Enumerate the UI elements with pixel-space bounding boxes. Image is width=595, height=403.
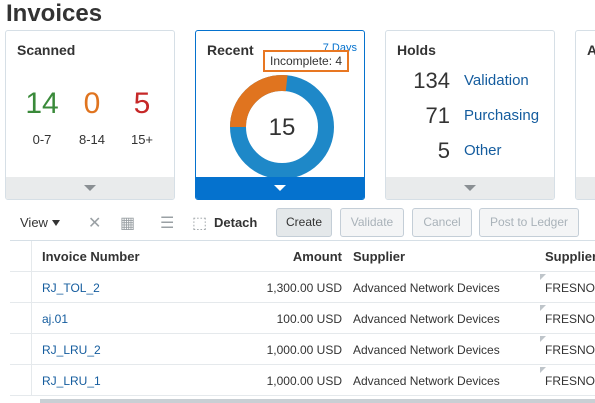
cell-marker-icon (540, 274, 546, 280)
invoice-number-link[interactable]: RJ_LRU_2 (42, 343, 101, 357)
partial-tile-expand[interactable] (576, 177, 595, 199)
detach-button[interactable]: Detach (214, 215, 257, 230)
holds-count-validation: 134 (413, 68, 450, 93)
supplier-cell: Advanced Network Devices (353, 374, 500, 388)
cancel-button[interactable]: Cancel (412, 208, 472, 237)
table-header-row: Invoice Number Amount Supplier Supplier (10, 241, 595, 272)
chevron-down-icon (84, 185, 96, 191)
row-selector[interactable] (10, 303, 32, 333)
supplier-cell: Advanced Network Devices (353, 281, 500, 295)
validate-button[interactable]: Validate (340, 208, 404, 237)
invoices-table: Invoice Number Amount Supplier Supplier … (10, 240, 595, 403)
recent-tile-expand[interactable] (196, 177, 364, 199)
holds-count-other: 5 (437, 138, 450, 163)
chevron-down-icon (464, 185, 476, 191)
scanned-count-15-plus[interactable]: 5 (122, 87, 162, 121)
partial-tile[interactable]: A (575, 30, 595, 200)
supplier-site-cell: FRESNO (545, 343, 595, 357)
supplier-site-cell: FRESNO (545, 374, 595, 388)
scanned-tile[interactable]: Scanned 14 0 5 0-7 8-14 15+ (5, 30, 175, 200)
cell-marker-icon (540, 367, 546, 373)
table-row[interactable]: RJ_LRU_1 1,000.00 USD Advanced Network D… (10, 365, 595, 396)
scanned-label-0-7: 0-7 (32, 132, 52, 147)
amount-cell: 1,000.00 USD (266, 343, 342, 357)
view-menu[interactable]: View (20, 215, 60, 230)
cell-marker-icon (540, 305, 546, 311)
page-title: Invoices (6, 0, 103, 27)
holds-tile[interactable]: Holds 134 Validation 71 Purchasing 5 Oth… (385, 30, 555, 200)
recent-donut-chart[interactable]: 15 (224, 69, 340, 185)
invoice-number-link[interactable]: RJ_LRU_1 (42, 374, 101, 388)
cell-marker-icon (540, 336, 546, 342)
table-row[interactable]: aj.01 100.00 USD Advanced Network Device… (10, 303, 595, 334)
holds-link-purchasing[interactable]: Purchasing (464, 107, 539, 124)
column-header-amount[interactable]: Amount (210, 249, 342, 264)
supplier-cell: Advanced Network Devices (353, 343, 500, 357)
scanned-label-8-14: 8-14 (78, 132, 106, 147)
table-toolbar: View ✕ ▦ ☰ ⬚ Detach Create Validate Canc… (0, 206, 595, 238)
scanned-label-15-plus: 15+ (130, 132, 154, 147)
horizontal-scrollbar[interactable] (40, 399, 595, 403)
supplier-cell: Advanced Network Devices (353, 312, 500, 326)
scanned-count-0-7[interactable]: 14 (22, 87, 62, 121)
table-row[interactable]: RJ_TOL_2 1,300.00 USD Advanced Network D… (10, 272, 595, 303)
amount-cell: 1,300.00 USD (266, 281, 342, 295)
recent-tile-title: Recent (207, 42, 254, 58)
holds-tile-expand[interactable] (386, 177, 554, 199)
wrap-icon[interactable]: ☰ (160, 213, 174, 233)
partial-tile-title: A (587, 42, 595, 58)
column-header-invoice-number[interactable]: Invoice Number (42, 249, 140, 264)
chevron-down-icon (274, 185, 286, 191)
row-selector-header (10, 241, 32, 271)
recent-tile[interactable]: Recent 7 Days 15 Incomplete: 4 (195, 30, 365, 200)
invoice-number-link[interactable]: RJ_TOL_2 (42, 281, 100, 295)
column-header-supplier-site[interactable]: Supplier (545, 249, 595, 264)
holds-count-purchasing: 71 (425, 103, 450, 128)
freeze-icon[interactable]: ▦ (120, 213, 135, 233)
amount-cell: 1,000.00 USD (266, 374, 342, 388)
row-selector[interactable] (10, 365, 32, 395)
holds-link-validation[interactable]: Validation (464, 72, 529, 89)
view-menu-label: View (20, 215, 48, 230)
table-row[interactable]: RJ_LRU_2 1,000.00 USD Advanced Network D… (10, 334, 595, 365)
scanned-count-8-14[interactable]: 0 (72, 87, 112, 121)
row-selector[interactable] (10, 334, 32, 364)
delete-icon[interactable]: ✕ (88, 213, 101, 233)
amount-cell: 100.00 USD (276, 312, 342, 326)
create-button[interactable]: Create (276, 208, 332, 237)
scanned-tile-expand[interactable] (6, 177, 174, 199)
holds-link-other[interactable]: Other (464, 142, 502, 159)
supplier-site-cell: FRESNO (545, 281, 595, 295)
row-selector[interactable] (10, 272, 32, 302)
invoice-number-link[interactable]: aj.01 (42, 312, 68, 326)
post-to-ledger-button[interactable]: Post to Ledger (479, 208, 579, 237)
holds-tile-title: Holds (397, 42, 436, 58)
scanned-tile-title: Scanned (17, 42, 76, 58)
column-header-supplier[interactable]: Supplier (353, 249, 405, 264)
donut-tooltip: Incomplete: 4 (263, 50, 350, 72)
caret-down-icon (51, 220, 60, 226)
recent-total: 15 (269, 114, 296, 141)
supplier-site-cell: FRESNO (545, 312, 595, 326)
detach-icon[interactable]: ⬚ (192, 213, 207, 233)
